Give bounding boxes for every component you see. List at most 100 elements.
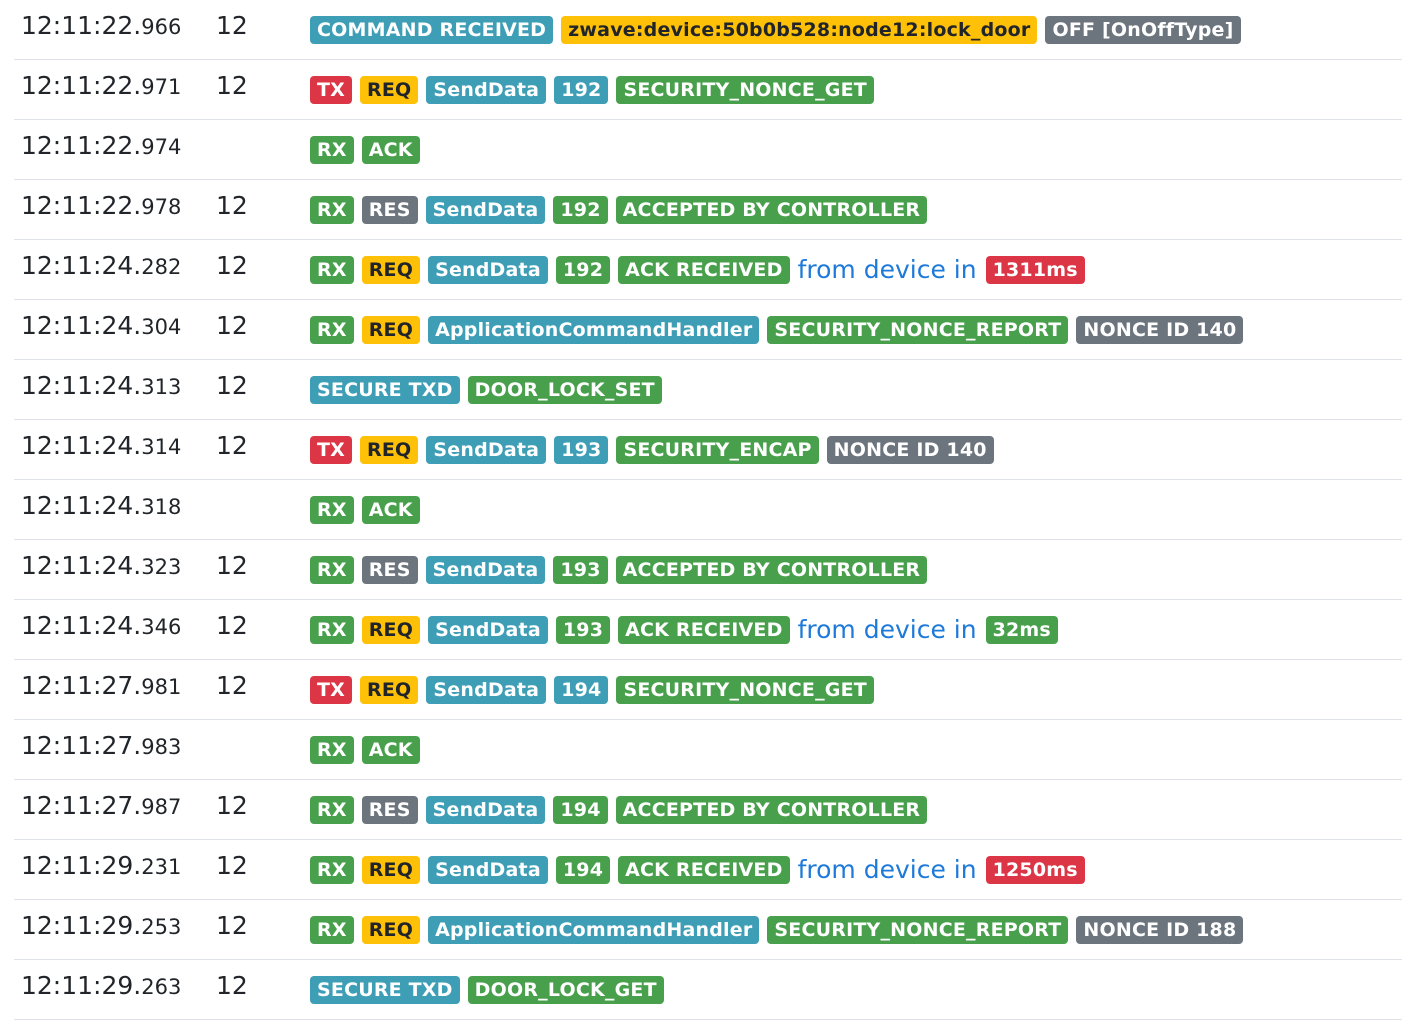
- timestamp: 12:11:27.983: [21, 730, 181, 763]
- badge-cyan: SECURE TXD: [310, 376, 460, 404]
- message-badges: RX REQ SendData 194 ACK RECEIVED from device …: [310, 855, 1093, 885]
- timestamp-seconds: 12:11:29.: [21, 911, 142, 940]
- timestamp-seconds: 12:11:27.: [21, 671, 142, 700]
- message-badges: SECURE TXD DOOR_LOCK_SET: [310, 375, 670, 405]
- badge-cyan: SendData: [425, 556, 546, 584]
- message-badges: RX REQ ApplicationCommandHandler SECURITY_N…: [310, 915, 1251, 945]
- node-id: 12: [216, 671, 248, 700]
- badge-green: RX: [310, 796, 354, 824]
- timestamp-seconds: 12:11:24.: [21, 251, 142, 280]
- timestamp-milliseconds: 981: [141, 675, 182, 699]
- timestamp-milliseconds: 314: [141, 435, 182, 459]
- badge-gray: RES: [361, 796, 418, 824]
- badge-yellow: REQ: [360, 436, 419, 464]
- message-badges: TX REQ SendData 192 SECURITY_NONCE_GET: [310, 75, 882, 105]
- timestamp: 12:11:22.966: [21, 10, 181, 43]
- badge-gray: NONCE ID 140: [826, 436, 994, 464]
- badge-green: 192: [553, 196, 608, 224]
- badge-cyan: 193: [554, 436, 609, 464]
- timestamp-seconds: 12:11:24.: [21, 611, 142, 640]
- badge-green: RX: [310, 256, 354, 284]
- message-badges: SECURE TXD DOOR_LOCK_GET: [310, 975, 672, 1005]
- message-badges: RX ACK: [310, 135, 428, 165]
- message-badges: RX RES SendData 194 ACCEPTED BY CONTROLLER: [310, 795, 935, 825]
- message-badges: RX ACK: [310, 735, 428, 765]
- badge-yellow: zwave:device:50b0b528:node12:lock_door: [561, 16, 1038, 44]
- badge-green: ACK RECEIVED: [618, 616, 790, 644]
- badge-green: 192: [555, 256, 611, 284]
- timestamp: 12:11:22.971: [21, 70, 181, 103]
- timestamp: 12:11:29.231: [21, 850, 181, 883]
- timestamp-seconds: 12:11:27.: [21, 731, 142, 760]
- timestamp-milliseconds: 987: [141, 795, 182, 819]
- badge-green: SECURITY_ENCAP: [616, 436, 819, 464]
- badge-green: ACK: [361, 136, 420, 164]
- badge-cyan: SendData: [426, 436, 547, 464]
- badge-green: 193: [553, 556, 608, 584]
- message-badges: RX REQ ApplicationCommandHandler SECURITY_N…: [310, 315, 1251, 345]
- timestamp: 12:11:29.263: [21, 970, 181, 1003]
- log-row: 12:11:24.323 12 RX RES SendData 193 ACCEPTED B…: [14, 540, 1402, 600]
- badge-red: 1250ms: [985, 856, 1085, 884]
- badge-green: ACK RECEIVED: [618, 856, 790, 884]
- timestamp-milliseconds: 966: [141, 15, 182, 39]
- log-row: 12:11:22.978 12 RX RES SendData 192 ACCEPTED B…: [14, 180, 1402, 240]
- node-id: 12: [216, 611, 248, 640]
- node-id: 12: [216, 551, 248, 580]
- badge-gray: NONCE ID 140: [1076, 316, 1244, 344]
- timestamp-milliseconds: 231: [141, 855, 182, 879]
- log-row: 12:11:29.231 12 RX REQ SendData 194 ACK RECEIV…: [14, 840, 1402, 900]
- badge-green: ACCEPTED BY CONTROLLER: [615, 556, 928, 584]
- timestamp-milliseconds: 983: [141, 735, 182, 759]
- timestamp: 12:11:24.313: [21, 370, 181, 403]
- badge-gray: NONCE ID 188: [1076, 916, 1244, 944]
- log-row: 12:11:27.987 12 RX RES SendData 194 ACCEPTED B…: [14, 780, 1402, 840]
- badge-cyan: SendData: [428, 856, 548, 884]
- badge-yellow: REQ: [361, 256, 421, 284]
- badge-yellow: REQ: [360, 76, 419, 104]
- log-row: 12:11:24.346 12 RX REQ SendData 193 ACK RECEIV…: [14, 600, 1402, 660]
- timestamp-seconds: 12:11:29.: [21, 971, 142, 1000]
- node-id: 12: [216, 11, 248, 40]
- log-row: 12:11:22.974 RX ACK: [14, 120, 1402, 180]
- node-id: 12: [216, 911, 248, 940]
- inline-text: from device in: [797, 855, 977, 884]
- log-row: 12:11:24.282 12 RX REQ SendData 192 ACK RECEIV…: [14, 240, 1402, 300]
- timestamp-seconds: 12:11:27.: [21, 791, 142, 820]
- badge-green: RX: [310, 136, 354, 164]
- timestamp-milliseconds: 323: [141, 555, 182, 579]
- badge-red: 1311ms: [985, 256, 1085, 284]
- badge-yellow: REQ: [360, 676, 419, 704]
- timestamp-seconds: 12:11:22.: [21, 131, 142, 160]
- badge-green: 193: [555, 616, 611, 644]
- badge-green: SECURITY_NONCE_REPORT: [767, 316, 1069, 344]
- badge-red: TX: [310, 676, 353, 704]
- timestamp: 12:11:29.253: [21, 910, 181, 943]
- timestamp: 12:11:24.282: [21, 250, 181, 283]
- timestamp-seconds: 12:11:24.: [21, 311, 142, 340]
- badge-yellow: REQ: [361, 616, 421, 644]
- inline-text: from device in: [797, 615, 977, 644]
- badge-cyan: SECURE TXD: [310, 976, 460, 1004]
- timestamp-seconds: 12:11:24.: [21, 491, 142, 520]
- log-row: 12:11:24.304 12 RX REQ ApplicationCommandHan…: [14, 300, 1402, 360]
- node-id: 12: [216, 251, 248, 280]
- badge-gray: RES: [361, 556, 418, 584]
- node-id: 12: [216, 791, 248, 820]
- timestamp-milliseconds: 253: [141, 915, 182, 939]
- message-badges: RX RES SendData 193 ACCEPTED BY CONTROLLER: [310, 555, 935, 585]
- timestamp-milliseconds: 978: [141, 195, 182, 219]
- timestamp-milliseconds: 318: [141, 495, 182, 519]
- timestamp: 12:11:24.346: [21, 610, 181, 643]
- log-row: 12:11:22.966 12 COMMAND RECEIVED zwave:devi…: [14, 0, 1402, 60]
- timestamp-milliseconds: 304: [141, 315, 182, 339]
- node-id: 12: [216, 971, 248, 1000]
- badge-green: RX: [310, 856, 354, 884]
- timestamp-seconds: 12:11:29.: [21, 851, 142, 880]
- badge-green: SECURITY_NONCE_GET: [616, 676, 874, 704]
- badge-green: ACK: [361, 736, 420, 764]
- badge-cyan: SendData: [426, 76, 547, 104]
- badge-green: RX: [310, 196, 354, 224]
- badge-green: ACCEPTED BY CONTROLLER: [615, 796, 928, 824]
- log-row: 12:11:27.983 RX ACK: [14, 720, 1402, 780]
